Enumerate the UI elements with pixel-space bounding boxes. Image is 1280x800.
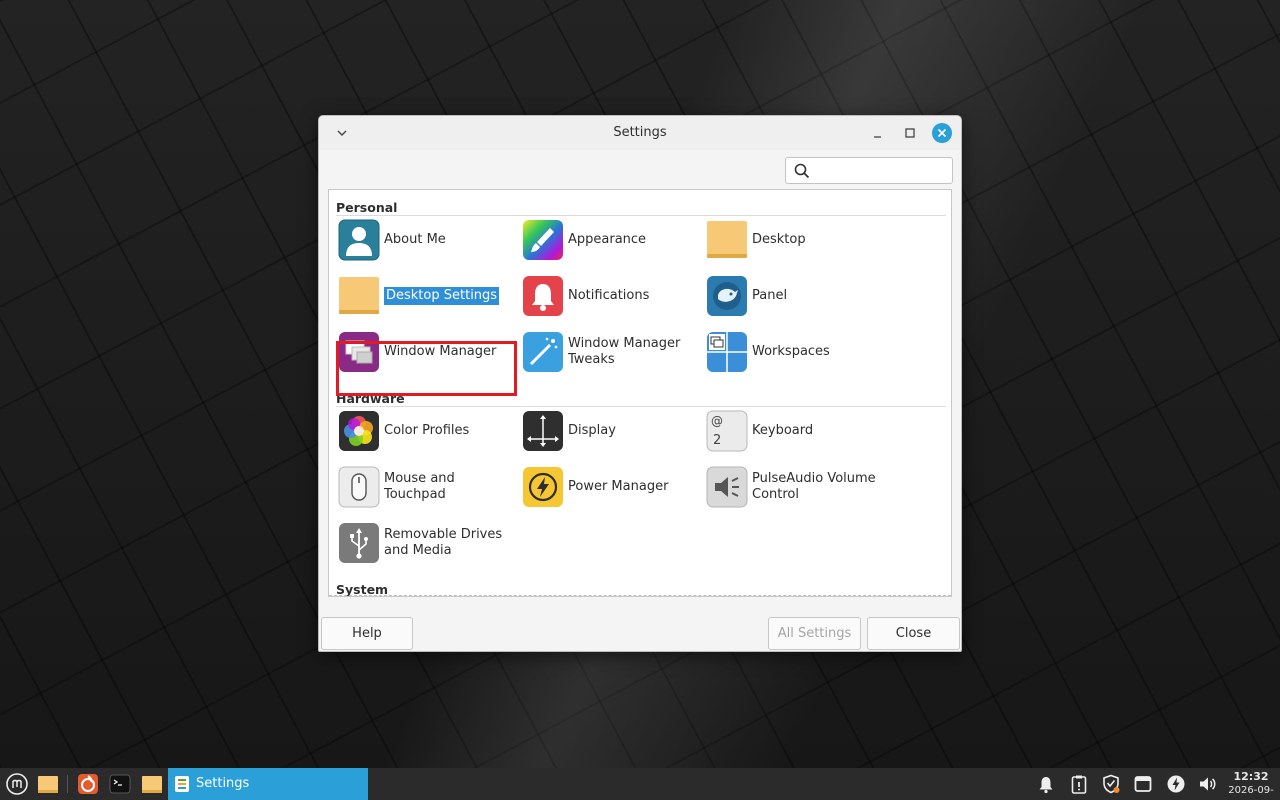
window-manager-icon (339, 332, 379, 372)
clock-date: 2026-09-26 (1228, 785, 1274, 800)
item-label: Workspaces (752, 344, 830, 359)
firefox-icon[interactable] (77, 773, 99, 795)
item-desktop-settings[interactable]: Desktop Settings (336, 273, 516, 319)
wand-icon (523, 332, 563, 372)
folder-icon (339, 277, 379, 314)
item-notifications[interactable]: Notifications (520, 273, 700, 319)
appearance-brush-icon (523, 220, 563, 260)
taskbar-separator (67, 775, 68, 793)
taskbar: Settings 12:32 2026-09-26 (0, 768, 1280, 800)
item-window-manager[interactable]: Window Manager (336, 329, 516, 375)
item-label: Notifications (568, 288, 650, 303)
item-window-manager-tweaks[interactable]: Window Manager Tweaks (520, 329, 700, 375)
item-color-profiles[interactable]: Color Profiles (336, 408, 516, 454)
volume-icon[interactable] (1198, 774, 1218, 794)
clock[interactable]: 12:32 2026-09-26 (1222, 770, 1280, 800)
item-label: Mouse and Touchpad (384, 471, 455, 502)
svg-text:@: @ (711, 414, 723, 428)
settings-app-icon (175, 776, 189, 792)
close-icon[interactable] (932, 123, 952, 143)
item-label: Panel (752, 288, 788, 303)
item-label: About Me (384, 232, 446, 247)
power-bolt-icon (523, 467, 563, 507)
item-label: Power Manager (568, 479, 669, 494)
item-label: Window Manager (384, 344, 497, 359)
item-appearance[interactable]: Appearance (520, 217, 700, 263)
taskbar-task-settings[interactable]: Settings (168, 768, 368, 800)
divider (336, 406, 946, 407)
item-label: Removable Drives and Media (384, 527, 503, 558)
item-display[interactable]: Display (520, 408, 700, 454)
section-title-system: System (336, 582, 389, 597)
folder-icon (707, 221, 747, 258)
item-power-manager[interactable]: Power Manager (520, 464, 700, 510)
user-icon (338, 219, 380, 261)
divider (336, 215, 946, 216)
shield-icon[interactable] (1101, 774, 1121, 794)
window-title: Settings (613, 125, 667, 140)
item-removable-drives[interactable]: Removable Drives and Media (336, 520, 516, 566)
item-label: PulseAudio Volume Control (752, 471, 876, 502)
item-label: Display (568, 423, 616, 438)
power-icon[interactable] (1166, 774, 1186, 794)
search-input[interactable] (816, 160, 946, 181)
files-icon[interactable] (141, 773, 163, 795)
item-label: Window Manager Tweaks (568, 336, 681, 367)
bell-icon[interactable] (1036, 774, 1056, 794)
speaker-icon (706, 466, 748, 508)
workspaces-icon (707, 332, 747, 372)
clock-time: 12:32 (1233, 770, 1269, 783)
maximize-icon[interactable] (901, 124, 919, 142)
item-label: Appearance (568, 232, 647, 247)
close-button[interactable]: Close (867, 617, 960, 650)
item-workspaces[interactable]: Workspaces (704, 329, 884, 375)
keyboard-key-icon: @ 2 (706, 410, 748, 452)
item-label: Desktop (752, 232, 806, 247)
search-icon (794, 163, 810, 179)
mouse-icon (338, 466, 380, 508)
item-mouse-touchpad[interactable]: Mouse and Touchpad (336, 464, 516, 510)
item-about-me[interactable]: About Me (336, 217, 516, 263)
svg-text:2: 2 (713, 433, 721, 448)
section-title-personal: Personal (336, 200, 398, 215)
bell-icon (523, 276, 563, 316)
section-title-hardware: Hardware (336, 391, 405, 406)
terminal-icon[interactable] (109, 773, 131, 795)
item-label: Color Profiles (384, 423, 470, 438)
item-keyboard[interactable]: @ 2 Keyboard (704, 408, 884, 454)
mint-menu-icon[interactable] (6, 773, 28, 795)
all-settings-button[interactable]: All Settings (768, 617, 861, 650)
item-panel[interactable]: Panel (704, 273, 884, 319)
item-label: Keyboard (752, 423, 814, 438)
search-field[interactable] (785, 157, 953, 184)
window-indicator-icon[interactable] (1133, 774, 1153, 794)
help-button[interactable]: Help (321, 617, 413, 650)
minimize-icon[interactable] (869, 124, 887, 142)
item-pulseaudio[interactable]: PulseAudio Volume Control (704, 464, 884, 510)
settings-window: Settings Personal About Me Appearance De… (318, 115, 962, 652)
clipboard-icon[interactable] (1069, 774, 1089, 794)
usb-icon (339, 523, 379, 563)
item-label: Desktop Settings (384, 287, 500, 305)
display-arrows-icon (523, 411, 563, 451)
task-label: Settings (196, 776, 250, 791)
color-wheel-icon (339, 411, 379, 451)
folder-icon[interactable] (37, 773, 59, 795)
window-titlebar[interactable]: Settings (319, 116, 961, 150)
panel-mouse-icon (707, 276, 747, 316)
item-desktop[interactable]: Desktop (704, 217, 884, 263)
settings-list: Personal About Me Appearance Desktop Des… (328, 189, 952, 597)
